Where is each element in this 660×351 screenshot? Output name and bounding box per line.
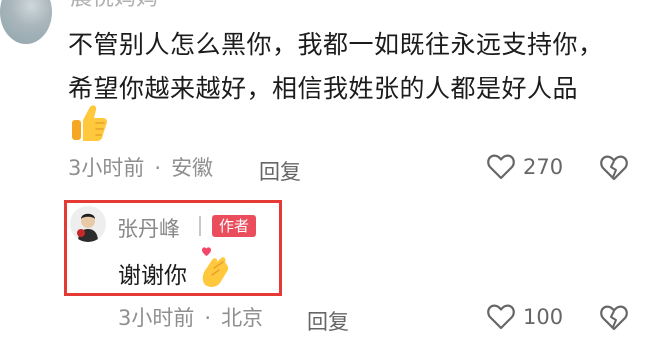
author-like-button[interactable]: 100 bbox=[487, 304, 563, 330]
meta-separator: · bbox=[204, 306, 212, 330]
reply-text: 谢谢你 bbox=[118, 263, 187, 289]
heart-outline-icon bbox=[487, 304, 515, 330]
comment-line-1: 不管别人怎么黑你，我都一如既往永远支持你， bbox=[68, 30, 604, 59]
reply-button[interactable]: 回复 bbox=[259, 156, 301, 186]
thumbs-up-emoji-icon bbox=[72, 105, 107, 141]
commenter-username[interactable]: 晨悦妈妈 bbox=[70, 0, 158, 10]
name-divider bbox=[199, 216, 201, 236]
author-portrait-icon bbox=[70, 206, 106, 242]
commenter-avatar[interactable] bbox=[0, 0, 52, 44]
author-name[interactable]: 张丹峰 bbox=[117, 213, 180, 243]
author-badge: 作者 bbox=[212, 215, 257, 237]
comment-location: 安徽 bbox=[171, 156, 214, 180]
finger-heart-emoji-icon bbox=[202, 247, 229, 287]
reply-location: 北京 bbox=[221, 306, 264, 330]
reply-meta: 3小时前 · 北京 bbox=[118, 306, 263, 330]
comment-text: 不管别人怎么黑你，我都一如既往永远支持你， 希望你越来越好，相信我姓张的人都是好… bbox=[68, 23, 638, 111]
author-avatar[interactable] bbox=[70, 206, 106, 242]
comment-meta: 3小时前 · 安徽 bbox=[68, 156, 213, 180]
author-like-count: 100 bbox=[523, 305, 564, 329]
heart-outline-icon bbox=[487, 154, 515, 180]
like-button[interactable]: 270 bbox=[487, 154, 563, 180]
meta-separator: · bbox=[154, 156, 162, 180]
reply-to-author-button[interactable]: 回复 bbox=[307, 306, 349, 336]
comment-time: 3小时前 bbox=[68, 156, 145, 180]
reply-time: 3小时前 bbox=[118, 306, 195, 330]
broken-heart-icon[interactable] bbox=[600, 305, 628, 331]
like-count: 270 bbox=[523, 155, 564, 179]
broken-heart-icon[interactable] bbox=[600, 155, 628, 181]
comment-line-2: 希望你越来越好，相信我姓张的人都是好人品 bbox=[68, 74, 579, 103]
